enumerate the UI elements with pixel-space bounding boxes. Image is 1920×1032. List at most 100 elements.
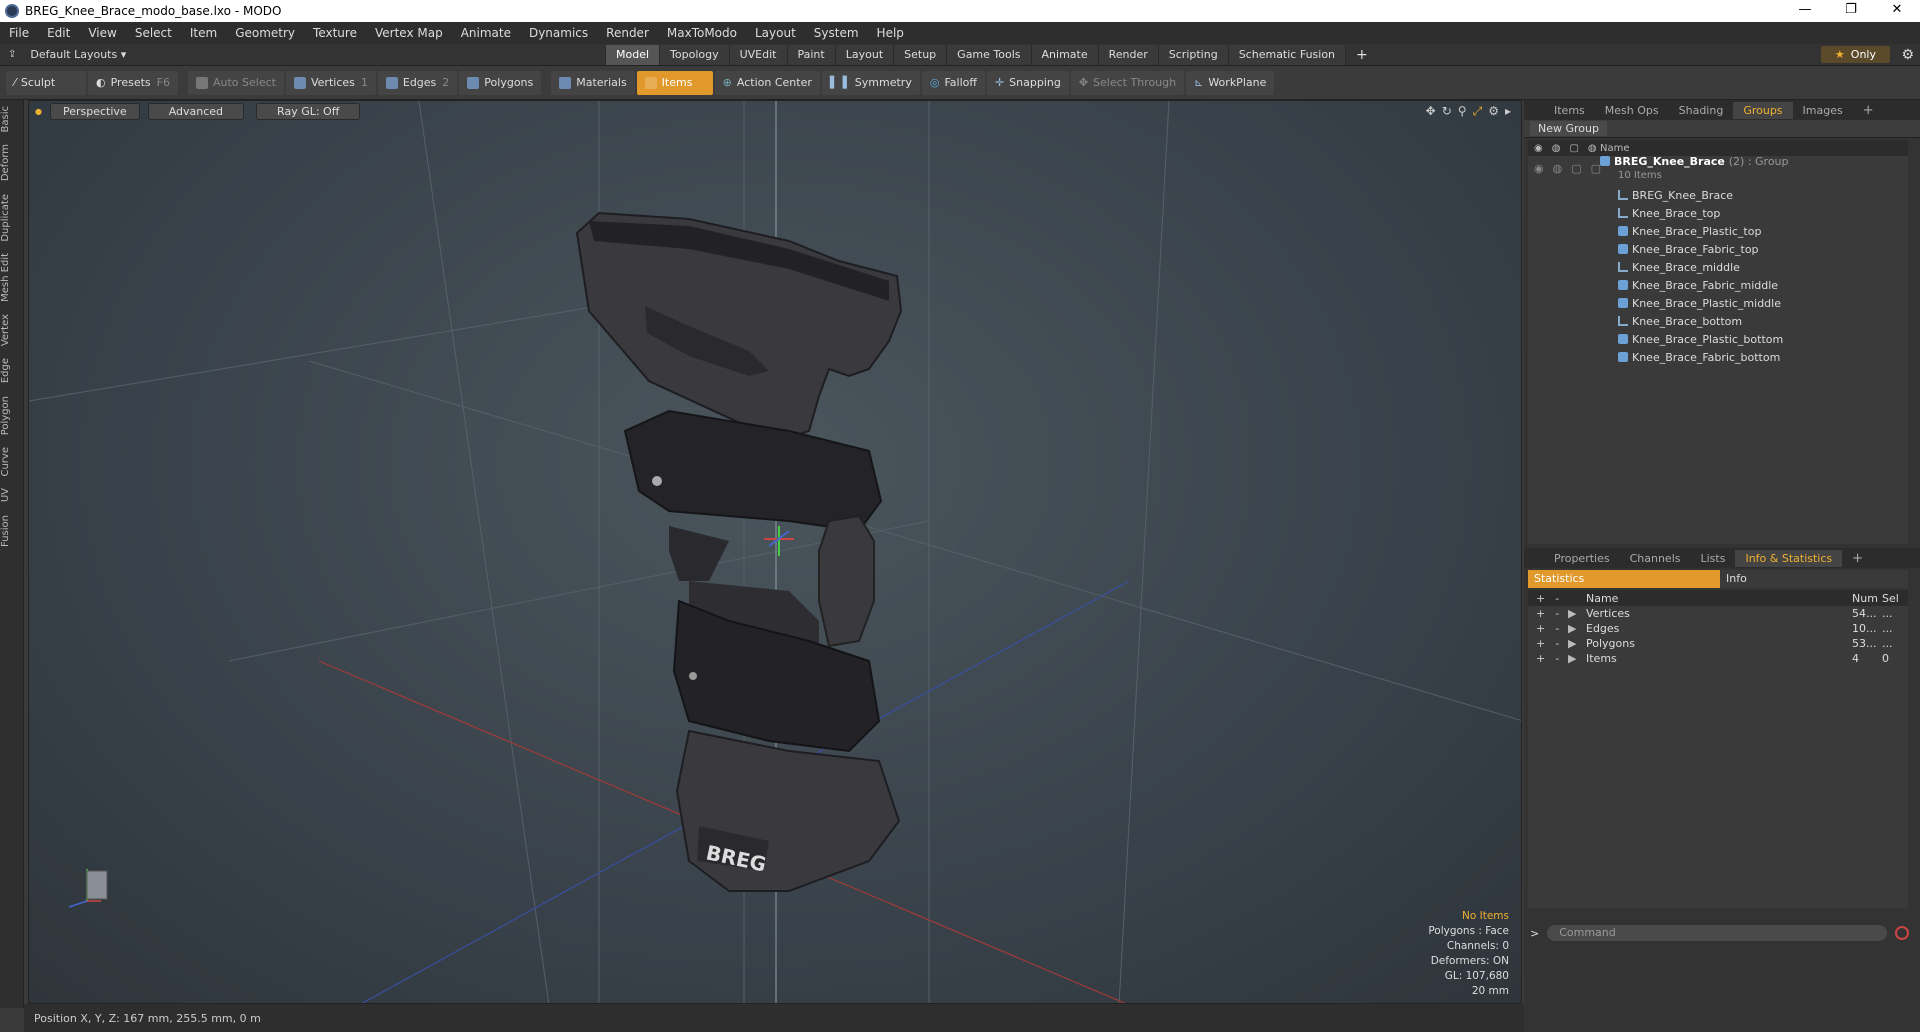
- menu-item[interactable]: Item: [181, 26, 226, 40]
- table-row[interactable]: +- ▶ Items 4 0: [1528, 651, 1908, 666]
- action-center-button[interactable]: ⊕ Action Center: [714, 70, 820, 95]
- tab-channels[interactable]: Channels: [1620, 550, 1691, 567]
- tab-images[interactable]: Images: [1793, 102, 1853, 119]
- list-item[interactable]: Knee_Brace_middle: [1528, 258, 1908, 276]
- expand-arrow-icon[interactable]: ▶: [1568, 622, 1582, 635]
- list-item[interactable]: Knee_Brace_Plastic_bottom: [1528, 330, 1908, 348]
- layout-preset-dropdown[interactable]: ⇪ Default Layouts ▾: [8, 48, 148, 61]
- tab-info-statistics[interactable]: Info & Statistics: [1735, 549, 1843, 567]
- materials-button[interactable]: Materials: [551, 70, 635, 95]
- tab-uvedit[interactable]: UVEdit: [728, 45, 787, 65]
- knee-brace-model[interactable]: BREG: [575, 211, 903, 892]
- add-stats-tab-icon[interactable]: +: [1842, 549, 1873, 568]
- items-button[interactable]: Items: [636, 70, 713, 95]
- menu-layout[interactable]: Layout: [746, 26, 805, 40]
- list-item[interactable]: Knee_Brace_top: [1528, 204, 1908, 222]
- list-item[interactable]: Knee_Brace_Fabric_middle: [1528, 276, 1908, 294]
- presets-button[interactable]: ◐ Presets F6: [88, 70, 178, 95]
- zoom-icon[interactable]: ⚲: [1458, 104, 1467, 119]
- command-input[interactable]: Command: [1547, 925, 1888, 941]
- menu-file[interactable]: File: [0, 26, 38, 40]
- only-toggle[interactable]: ★ Only: [1820, 46, 1890, 63]
- record-icon[interactable]: [1895, 926, 1910, 940]
- maximize-button[interactable]: ❐: [1828, 0, 1874, 22]
- item-gizmo[interactable]: [764, 526, 794, 556]
- sculpt-button[interactable]: ⁄ Sculpt: [6, 70, 86, 95]
- tab-schematic-fusion[interactable]: Schematic Fusion: [1227, 45, 1346, 65]
- tab-layout[interactable]: Layout: [834, 45, 894, 65]
- info-subtab[interactable]: Info: [1720, 570, 1908, 588]
- vertices-button[interactable]: Vertices 1: [285, 70, 376, 95]
- symmetry-button[interactable]: ▌▐ Symmetry: [821, 70, 920, 95]
- new-group-button[interactable]: New Group: [1530, 121, 1607, 136]
- shading-mode-dropdown[interactable]: Advanced: [147, 102, 245, 120]
- viewport-settings-icon[interactable]: ⚙: [1488, 104, 1499, 119]
- menu-view[interactable]: View: [79, 26, 125, 40]
- tool-tab-vertex[interactable]: Vertex: [0, 308, 24, 352]
- menu-animate[interactable]: Animate: [452, 26, 520, 40]
- raygl-toggle[interactable]: Ray GL: Off: [256, 102, 361, 120]
- tool-tab-deform[interactable]: Deform: [0, 138, 24, 187]
- add-panel-tab-icon[interactable]: +: [1853, 101, 1884, 120]
- list-item[interactable]: Knee_Brace_bottom: [1528, 312, 1908, 330]
- menu-render[interactable]: Render: [597, 26, 658, 40]
- group-row[interactable]: ◉◍▢▢ BREG_Knee_Brace (2) : Group 10 Items: [1528, 155, 1908, 181]
- table-row[interactable]: +- ▶ Polygons 53......: [1528, 636, 1908, 651]
- tab-paint[interactable]: Paint: [786, 45, 835, 65]
- list-item[interactable]: Knee_Brace_Plastic_top: [1528, 222, 1908, 240]
- tool-tab-duplicate[interactable]: Duplicate: [0, 188, 24, 248]
- tool-tab-fusion[interactable]: Fusion: [0, 509, 24, 553]
- select-through-button[interactable]: ✥ Select Through: [1070, 70, 1185, 95]
- 3d-viewport[interactable]: BREG ● Perspective Advanced Ray GL: Off …: [28, 100, 1522, 1004]
- tool-tab-mesh-edit[interactable]: Mesh Edit: [0, 247, 24, 308]
- tab-scripting[interactable]: Scripting: [1157, 45, 1228, 65]
- menu-edit[interactable]: Edit: [38, 26, 79, 40]
- group-visibility-toggles[interactable]: ◉◍▢▢: [1528, 162, 1601, 175]
- pan-icon[interactable]: ✥: [1426, 104, 1436, 119]
- view-type-dropdown[interactable]: Perspective: [49, 102, 140, 120]
- tab-items[interactable]: Items: [1544, 102, 1595, 119]
- tool-tab-polygon[interactable]: Polygon: [0, 390, 24, 441]
- table-row[interactable]: +- ▶ Edges 10......: [1528, 621, 1908, 636]
- close-button[interactable]: ✕: [1874, 0, 1920, 22]
- auto-select-button[interactable]: Auto Select: [188, 70, 284, 95]
- tab-topology[interactable]: Topology: [659, 45, 729, 65]
- minimize-button[interactable]: —: [1782, 0, 1828, 22]
- tab-render[interactable]: Render: [1097, 45, 1158, 65]
- menu-vertex-map[interactable]: Vertex Map: [366, 26, 452, 40]
- viewport-menu-dot[interactable]: ●: [35, 107, 42, 116]
- workplane-button[interactable]: ⊾ WorkPlane: [1186, 70, 1275, 95]
- snapping-button[interactable]: ✛ Snapping: [986, 70, 1069, 95]
- list-item[interactable]: Knee_Brace_Fabric_top: [1528, 240, 1908, 258]
- menu-select[interactable]: Select: [126, 26, 181, 40]
- menu-maxtomodo[interactable]: MaxToModo: [658, 26, 746, 40]
- tool-tab-uv[interactable]: UV: [0, 482, 24, 508]
- table-row[interactable]: +- ▶ Vertices 54......: [1528, 606, 1908, 621]
- fit-icon[interactable]: ⤢: [1473, 104, 1483, 119]
- edges-button[interactable]: Edges 2: [377, 70, 458, 95]
- tab-groups[interactable]: Groups: [1733, 101, 1793, 119]
- menu-system[interactable]: System: [805, 26, 868, 40]
- menu-dynamics[interactable]: Dynamics: [520, 26, 597, 40]
- tab-game-tools[interactable]: Game Tools: [946, 45, 1031, 65]
- rotate-icon[interactable]: ↻: [1442, 104, 1452, 119]
- tab-properties[interactable]: Properties: [1544, 550, 1620, 567]
- tab-animate[interactable]: Animate: [1030, 45, 1098, 65]
- list-item[interactable]: Knee_Brace_Fabric_bottom: [1528, 348, 1908, 366]
- tool-tab-basic[interactable]: Basic: [0, 100, 24, 138]
- statistics-subtab[interactable]: Statistics: [1528, 570, 1720, 588]
- menu-geometry[interactable]: Geometry: [226, 26, 304, 40]
- tab-mesh-ops[interactable]: Mesh Ops: [1595, 102, 1669, 119]
- tab-lists[interactable]: Lists: [1691, 550, 1736, 567]
- expand-arrow-icon[interactable]: ▶: [1568, 652, 1582, 665]
- add-tab-button[interactable]: +: [1345, 45, 1378, 65]
- tab-shading[interactable]: Shading: [1669, 102, 1734, 119]
- name-column-header[interactable]: Name: [1600, 143, 1630, 154]
- tab-model[interactable]: Model: [605, 45, 660, 65]
- menu-help[interactable]: Help: [868, 26, 913, 40]
- expand-arrow-icon[interactable]: ▶: [1568, 607, 1582, 620]
- menu-texture[interactable]: Texture: [304, 26, 366, 40]
- gear-icon[interactable]: ⚙: [1901, 47, 1914, 63]
- list-item[interactable]: BREG_Knee_Brace: [1528, 186, 1908, 204]
- viewport-expand-icon[interactable]: ▸: [1505, 104, 1511, 119]
